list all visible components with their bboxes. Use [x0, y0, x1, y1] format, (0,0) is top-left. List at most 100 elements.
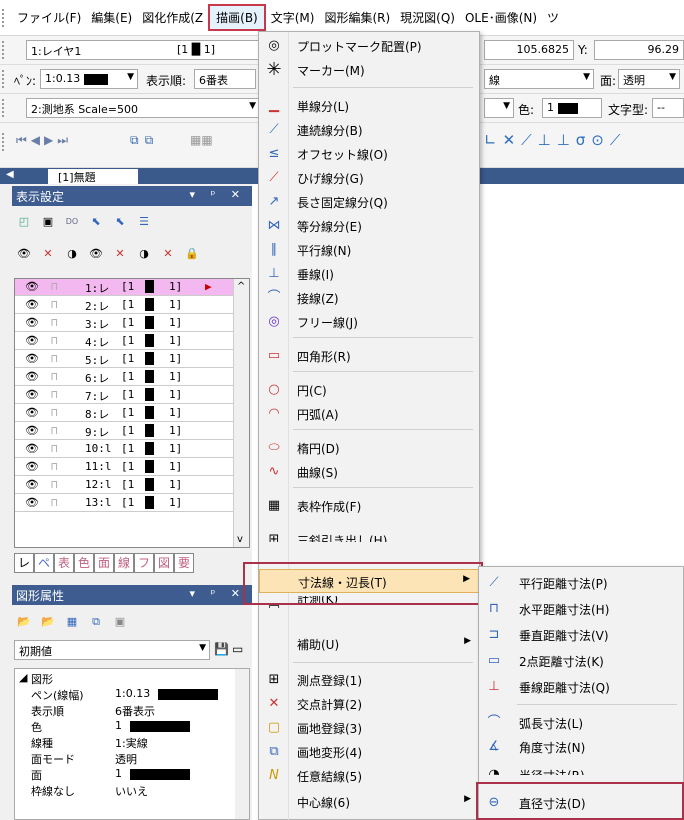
menu-item-center-line[interactable]: 中心線(6) ▶: [259, 790, 479, 814]
tab-color[interactable]: 色: [74, 553, 94, 573]
color-select[interactable]: 1: [542, 98, 602, 118]
tab-figure[interactable]: 図: [154, 553, 174, 573]
lock-icon[interactable]: ⊓: [51, 496, 58, 509]
layer-row[interactable]: 👁 ⊓ 4:レ [1 1]: [15, 333, 233, 350]
grid-icon[interactable]: ▦: [64, 614, 80, 630]
property-row[interactable]: 面1: [15, 767, 235, 782]
face-select[interactable]: 透明 ▼: [618, 69, 680, 89]
layer-row[interactable]: 👁 ⊓ 10:l [1 1]: [15, 441, 233, 458]
layer-scrollbar[interactable]: ^ v: [233, 279, 249, 547]
menu-item-rectangle[interactable]: ▭ 四角形(R): [259, 344, 479, 368]
copy-icon[interactable]: ⧉⧉: [130, 133, 159, 148]
lock-icon[interactable]: ⊓: [51, 280, 58, 293]
menu-item-single-line[interactable]: ▁ 単線分(L): [259, 94, 479, 118]
toolbar-grip[interactable]: [2, 41, 6, 59]
menu-item-curve[interactable]: ∿ 曲線(S): [259, 460, 479, 484]
grid-icon[interactable]: ▦▦: [190, 133, 213, 147]
layer-row[interactable]: 👁 ⊓ 7:レ [1 1]: [15, 387, 233, 404]
attributes-scrollbar[interactable]: [235, 669, 249, 819]
property-row[interactable]: 色1: [15, 719, 235, 734]
toggle-all-icon[interactable]: ◑: [64, 246, 80, 262]
menu-item-tangent[interactable]: ⌒ 接線(Z): [259, 286, 479, 310]
copy-icon[interactable]: ⧉: [88, 614, 104, 630]
menu-item-divided-line[interactable]: ⋈ 等分線分(E): [259, 214, 479, 238]
eye-icon[interactable]: 👁: [25, 316, 39, 329]
tab-layer[interactable]: レ: [14, 553, 34, 573]
menu-tools[interactable]: ツ: [542, 9, 564, 26]
menu-item-offset-line[interactable]: ≤ オフセット線(O): [259, 142, 479, 166]
layer-row[interactable]: 👁 ⊓ 11:l [1 1]: [15, 459, 233, 476]
select-icon[interactable]: ⬉: [88, 214, 104, 230]
lock-icon[interactable]: 🔒: [184, 246, 200, 262]
property-row[interactable]: 表示順 6番表示: [15, 703, 235, 718]
menu-item-station-register[interactable]: ⊞ 測点登録(1): [259, 668, 479, 692]
collapse-icon[interactable]: ◢: [19, 671, 27, 684]
list-icon[interactable]: ☰: [136, 214, 152, 230]
layer-row[interactable]: 👁 ⊓ 2:レ [1 1]: [15, 297, 233, 314]
tab-face[interactable]: 面: [94, 553, 114, 573]
view-icon[interactable]: ◰: [16, 214, 32, 230]
line-tools-icon[interactable]: ∟✕⟋⊥⊥σ⊙⟋: [484, 131, 626, 149]
property-row[interactable]: ペン(線幅) 1:0.13: [15, 687, 235, 702]
menu-item-table-frame[interactable]: ▦ 表枠作成(F): [259, 494, 479, 518]
linetype-select[interactable]: 線 ▼: [484, 69, 594, 89]
submenu-item-arc-length[interactable]: ⌒ 弧長寸法(L): [479, 711, 683, 735]
lock-icon[interactable]: ⊓: [51, 388, 58, 401]
data-only-icon[interactable]: DO: [64, 214, 80, 230]
menu-item-lot-transform[interactable]: ⧉ 画地変形(4): [259, 740, 479, 764]
font-select[interactable]: --: [652, 98, 684, 118]
lock-icon[interactable]: ⊓: [51, 316, 58, 329]
lock-icon[interactable]: ⊓: [51, 406, 58, 419]
layer-select[interactable]: 1:レイヤ1 [1 █ 1]: [26, 40, 260, 60]
menu-shape-edit[interactable]: 図形編集(R): [319, 9, 395, 26]
menu-item-circle[interactable]: ○ 円(C): [259, 378, 479, 402]
menu-item-arc[interactable]: ◠ 円弧(A): [259, 402, 479, 426]
submenu-item-vertical-distance[interactable]: ⊐ 垂直距離寸法(V): [479, 623, 683, 647]
property-row[interactable]: 枠線なし いいえ: [15, 783, 235, 798]
toggle-icon[interactable]: ◑: [136, 246, 152, 262]
layer-row[interactable]: 👁 ⊓ 3:レ [1 1]: [15, 315, 233, 332]
eye-icon[interactable]: 👁: [25, 370, 39, 383]
layer-row[interactable]: 👁 ⊓ 12:l [1 1]: [15, 477, 233, 494]
eye-icon[interactable]: 👁: [25, 478, 39, 491]
tab-element[interactable]: 要: [174, 553, 194, 573]
nav-first-icon[interactable]: ⏮◀▶⏭: [16, 133, 72, 148]
toolbar-grip[interactable]: [2, 9, 6, 27]
submenu-item-radius[interactable]: ◔ 半径寸法(R): [479, 763, 683, 775]
menu-item-whisker-line[interactable]: ⟋ ひげ線分(G): [259, 166, 479, 190]
layer-row[interactable]: 👁 ⊓ 1:レ [1 1] ▶: [15, 279, 233, 296]
menu-edit[interactable]: 編集(E): [86, 9, 137, 26]
panel-controls[interactable]: ▾ ᵖ ✕: [190, 587, 246, 600]
unknown-icon[interactable]: ▣: [40, 214, 56, 230]
menu-item-polyline[interactable]: ⟋ 連続線分(B): [259, 118, 479, 142]
submenu-item-parallel-distance[interactable]: ⟋ 平行距離寸法(P): [479, 571, 683, 595]
toolbar-grip[interactable]: [2, 133, 6, 151]
eye-icon[interactable]: 👁: [25, 406, 39, 419]
menu-item-perpendicular[interactable]: ⊥ 垂線(I): [259, 262, 479, 286]
eye-icon[interactable]: 👁: [25, 460, 39, 473]
menu-file[interactable]: ファイル(F): [12, 9, 86, 26]
paste-icon[interactable]: ▣: [112, 614, 128, 630]
submenu-item-angle[interactable]: ∡ 角度寸法(N): [479, 735, 683, 759]
menu-item-marker[interactable]: ✳ マーカー(M): [259, 58, 479, 82]
eye-icon[interactable]: 👁: [25, 334, 39, 347]
layer-row[interactable]: 👁 ⊓ 6:レ [1 1]: [15, 369, 233, 386]
menu-item-lot-register[interactable]: ▢ 画地登録(3): [259, 716, 479, 740]
window-icon[interactable]: ▭: [232, 642, 243, 656]
panel-controls[interactable]: ▾ ᵖ ✕: [190, 188, 246, 201]
tab-line[interactable]: 線: [114, 553, 134, 573]
layer-row[interactable]: 👁 ⊓ 8:レ [1 1]: [15, 405, 233, 422]
eye-icon[interactable]: 👁: [25, 388, 39, 401]
save-as-icon[interactable]: 📂: [40, 614, 56, 630]
eye-icon[interactable]: 👁: [25, 424, 39, 437]
submenu-item-perpendicular-distance[interactable]: ⊥ 垂線距離寸法(Q): [479, 675, 683, 699]
lock-icon[interactable]: ⊓: [51, 352, 58, 365]
menu-item-parallel-line[interactable]: ∥ 平行線(N): [259, 238, 479, 262]
scroll-down-icon[interactable]: v: [237, 534, 243, 545]
menu-item-plot-mark[interactable]: ◎ プロットマーク配置(P): [259, 34, 479, 58]
menu-ole-image[interactable]: OLE･画像(N): [460, 9, 542, 26]
lock-icon[interactable]: ⊓: [51, 460, 58, 473]
attributes-preset-select[interactable]: 初期値 ▼: [14, 640, 210, 660]
lock-icon[interactable]: ⊓: [51, 370, 58, 383]
tab-order[interactable]: 表: [54, 553, 74, 573]
